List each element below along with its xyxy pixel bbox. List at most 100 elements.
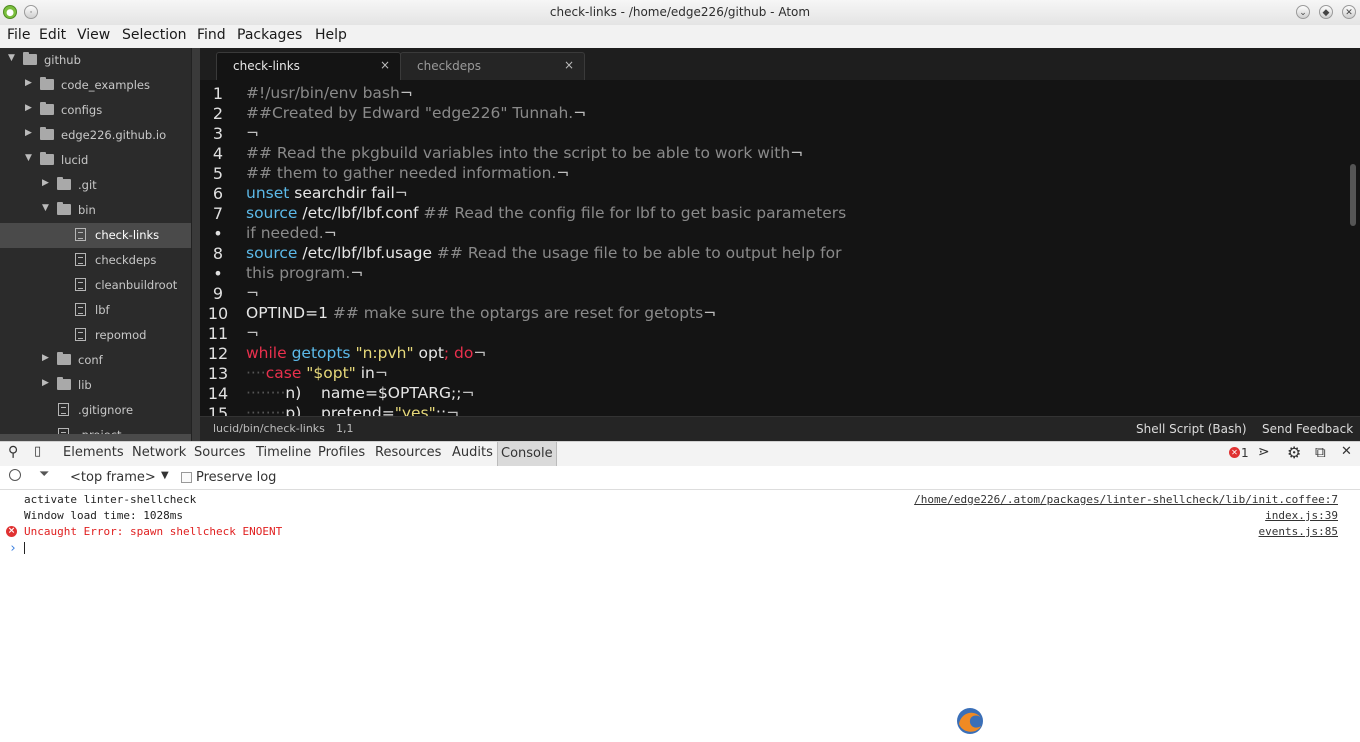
tree-item[interactable]: lbf: [0, 298, 191, 323]
code-line: source /etc/lbf/lbf.usage ## Read the us…: [246, 244, 842, 262]
tree-item[interactable]: check-links: [0, 223, 191, 248]
message-text: Window load time: 1028ms: [24, 509, 183, 522]
error-badge-icon[interactable]: ✕: [1229, 447, 1240, 458]
file-path[interactable]: lucid/bin/check-links: [213, 422, 325, 435]
menu-packages[interactable]: Packages: [237, 27, 302, 43]
line-number: 7: [212, 204, 224, 223]
tab-check-links[interactable]: check-links ×: [216, 52, 401, 80]
tree-item-label: lbf: [95, 303, 110, 317]
chevron-down-icon[interactable]: ▼: [8, 53, 18, 63]
line-number: 11: [207, 324, 229, 343]
line-number: 4: [212, 144, 224, 163]
tree-item[interactable]: ▼ lucid: [0, 148, 191, 173]
chevron-down-icon[interactable]: ▼: [25, 153, 35, 163]
tree-item[interactable]: ▶ code_examples: [0, 73, 191, 98]
search-icon[interactable]: ⚲: [8, 444, 18, 460]
tree-item[interactable]: checkdeps: [0, 248, 191, 273]
chevron-right-icon[interactable]: ▶: [42, 178, 52, 188]
tree-item-label: lib: [78, 378, 92, 392]
menu-view[interactable]: View: [77, 27, 110, 43]
tree-view: ▼ github ▶ code_examples ▶ configs ▶ edge226.gi…: [0, 48, 191, 441]
tab-network[interactable]: Network: [132, 445, 186, 460]
error-count[interactable]: 1: [1241, 446, 1249, 460]
tree-item[interactable]: ▼ github: [0, 48, 191, 73]
menu-file[interactable]: File: [7, 27, 30, 43]
filter-icon[interactable]: ⏷: [39, 467, 49, 482]
settings-gear-icon[interactable]: ⚙: [1287, 443, 1301, 462]
cursor-position[interactable]: 1,1: [336, 422, 354, 435]
chevron-right-icon[interactable]: ▶: [42, 353, 52, 363]
device-mode-icon[interactable]: ▯: [34, 444, 41, 459]
close-window-button[interactable]: ✕: [1342, 5, 1356, 19]
tree-item-label: code_examples: [61, 78, 150, 92]
tab-label: check-links: [233, 59, 300, 73]
message-source-link[interactable]: index.js:39: [1265, 509, 1338, 522]
chevron-right-icon[interactable]: ▶: [25, 103, 35, 113]
menu-selection[interactable]: Selection: [122, 27, 187, 43]
tree-item[interactable]: ▶ conf: [0, 348, 191, 373]
send-feedback-link[interactable]: Send Feedback: [1262, 422, 1353, 436]
grammar-selector[interactable]: Shell Script (Bash): [1136, 422, 1247, 436]
clear-console-icon[interactable]: [9, 469, 21, 481]
tab-audits[interactable]: Audits: [452, 445, 493, 460]
console-input[interactable]: [24, 542, 25, 554]
tab-console[interactable]: Console: [497, 442, 557, 466]
tab-bar: check-links × checkdeps ×: [200, 48, 1360, 80]
tab-checkdeps[interactable]: checkdeps ×: [400, 52, 585, 80]
code-line: ## Read the pkgbuild variables into the …: [246, 144, 804, 162]
panel-resize-handle[interactable]: [0, 434, 191, 441]
chevron-down-icon[interactable]: ▼: [161, 470, 169, 481]
message-text: Uncaught Error: spawn shellcheck ENOENT: [24, 525, 283, 538]
tree-item[interactable]: ▶ lib: [0, 373, 191, 398]
line-number: 14: [207, 384, 229, 403]
tree-item[interactable]: ▼ bin: [0, 198, 191, 223]
tree-item[interactable]: ▶ .git: [0, 173, 191, 198]
code-line: ········n) name=$OPTARG;;¬: [246, 384, 475, 402]
menu-find[interactable]: Find: [197, 27, 226, 43]
tree-item[interactable]: ▶ edge226.github.io: [0, 123, 191, 148]
tree-item[interactable]: .gitignore: [0, 398, 191, 423]
close-icon[interactable]: ×: [380, 58, 390, 72]
tab-sources[interactable]: Sources: [194, 445, 245, 460]
tab-timeline[interactable]: Timeline: [256, 445, 311, 460]
firefox-icon[interactable]: [953, 706, 987, 736]
frame-selector[interactable]: <top frame>: [70, 470, 156, 485]
close-icon[interactable]: ×: [564, 58, 574, 72]
tree-item[interactable]: repomod: [0, 323, 191, 348]
line-number: 10: [207, 304, 229, 323]
dock-side-icon[interactable]: ⧉: [1315, 443, 1326, 461]
preserve-log-label[interactable]: Preserve log: [196, 470, 276, 485]
line-number: 9: [212, 284, 224, 303]
file-icon: [75, 328, 86, 341]
tree-item[interactable]: cleanbuildroot: [0, 273, 191, 298]
menu-edit[interactable]: Edit: [39, 27, 66, 43]
chevron-right-icon[interactable]: ▶: [25, 78, 35, 88]
code-line: ##Created by Edward "edge226" Tunnah.¬: [246, 104, 587, 122]
tree-item-label: lucid: [61, 153, 89, 167]
close-devtools-icon[interactable]: ✕: [1341, 444, 1352, 459]
tab-profiles[interactable]: Profiles: [318, 445, 365, 460]
message-source-link[interactable]: events.js:85: [1259, 525, 1338, 538]
tab-elements[interactable]: Elements: [63, 445, 124, 460]
chevron-down-icon[interactable]: ▼: [42, 203, 52, 213]
maximize-button[interactable]: ◆: [1319, 5, 1333, 19]
line-number: 3: [212, 124, 224, 143]
minimize-button[interactable]: ⌄: [1296, 5, 1310, 19]
tree-item-label: configs: [61, 103, 103, 117]
preserve-log-checkbox[interactable]: [181, 472, 192, 483]
menu-help[interactable]: Help: [315, 27, 347, 43]
tree-item[interactable]: ▶ configs: [0, 98, 191, 123]
code-line: source /etc/lbf/lbf.conf ## Read the con…: [246, 204, 847, 222]
editor-scrollbar[interactable]: [1350, 164, 1356, 226]
code-line: ········p) pretend="yes";;¬: [246, 404, 460, 416]
console-output: activate linter-shellcheck /home/edge226…: [0, 490, 1360, 742]
line-number: •: [213, 264, 223, 283]
console-filter-bar: ⏷ <top frame> ▼ Preserve log: [0, 466, 1360, 490]
chevron-right-icon[interactable]: ▶: [42, 378, 52, 388]
code-editor[interactable]: 1 #!/usr/bin/env bash¬ 2 ##Created by Edwar…: [200, 80, 1360, 416]
chevron-right-icon[interactable]: ▶: [25, 128, 35, 138]
tab-resources[interactable]: Resources: [375, 445, 441, 460]
console-message: Window load time: 1028ms index.js:39: [0, 507, 1360, 523]
console-drawer-icon[interactable]: ⋗: [1258, 444, 1270, 460]
message-source-link[interactable]: /home/edge226/.atom/packages/linter-shel…: [914, 493, 1338, 506]
